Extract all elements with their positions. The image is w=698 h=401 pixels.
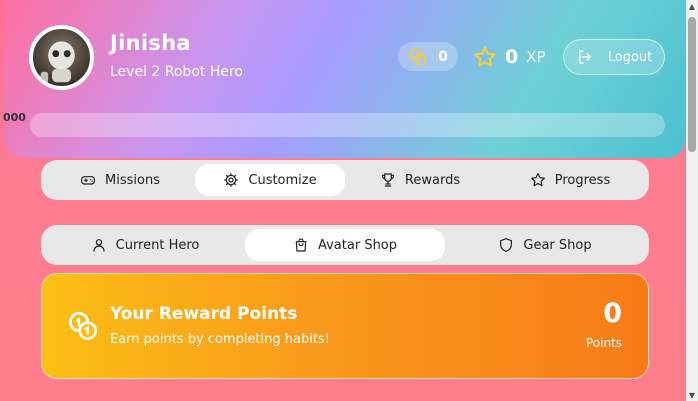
app-page: Jinisha Level 2 Robot Hero 0 0 XP Logout…: [0, 0, 686, 401]
logout-button[interactable]: Logout: [563, 39, 665, 75]
trophy-icon: [381, 173, 394, 187]
reward-points-unit: Points: [585, 336, 622, 350]
tab-label: Progress: [554, 172, 611, 188]
coins-icon: [409, 48, 427, 65]
robot-avatar-icon: [40, 41, 75, 84]
tab-progress[interactable]: Progress: [495, 164, 645, 196]
vertical-scrollbar[interactable]: ▲ ▼: [686, 0, 698, 401]
shield-icon: [500, 238, 513, 252]
xp-value: 0: [505, 45, 519, 68]
coins-icon: [69, 312, 97, 340]
tab-label: Gear Shop: [523, 237, 592, 253]
star-icon: [474, 46, 496, 66]
shopping-bag-icon: [295, 238, 307, 252]
logout-icon: [578, 50, 591, 64]
scroll-up-arrow-icon[interactable]: ▲: [686, 0, 698, 12]
person-icon: [93, 239, 105, 252]
user-level: Level 2 Robot Hero: [110, 64, 243, 80]
scroll-thumb[interactable]: [688, 17, 696, 152]
logout-label: Logout: [607, 49, 653, 65]
tab-label: Missions: [105, 172, 160, 188]
tab-label: Rewards: [404, 172, 461, 188]
tab-avatar-shop[interactable]: Avatar Shop: [245, 229, 445, 261]
customize-sub-tabs: Current Hero Avatar Shop Gear Shop: [41, 225, 649, 265]
reward-points-value: 0: [603, 298, 622, 329]
coin-counter: 0: [398, 42, 458, 71]
reward-points-card: Your Reward Points Earn points by comple…: [41, 273, 649, 379]
avatar[interactable]: [29, 25, 94, 90]
scroll-down-arrow-icon[interactable]: ▼: [686, 389, 698, 401]
coin-count: 0: [438, 48, 448, 65]
gear-icon: [224, 173, 239, 187]
tab-label: Customize: [248, 172, 317, 188]
tab-label: Avatar Shop: [317, 237, 398, 253]
tab-current-hero[interactable]: Current Hero: [45, 229, 245, 261]
progress-label: 000: [3, 111, 26, 124]
gamepad-icon: [81, 176, 95, 185]
star-icon: [530, 173, 545, 187]
xp-counter: 0 XP: [473, 42, 546, 71]
profile-header: Jinisha Level 2 Robot Hero 0 0 XP Logout…: [3, 0, 686, 158]
tab-gear-shop[interactable]: Gear Shop: [445, 229, 645, 261]
main-tabs: Missions Customize Rewards Progress: [41, 160, 649, 200]
reward-subtitle: Earn points by completing habits!: [110, 332, 330, 347]
xp-progress-bar: [30, 113, 665, 137]
xp-label: XP: [526, 47, 546, 66]
tab-label: Current Hero: [115, 237, 200, 253]
user-name: Jinisha: [110, 31, 191, 55]
tab-missions[interactable]: Missions: [45, 164, 195, 196]
tab-rewards[interactable]: Rewards: [345, 164, 495, 196]
tab-customize[interactable]: Customize: [195, 164, 345, 196]
reward-title: Your Reward Points: [110, 304, 298, 324]
